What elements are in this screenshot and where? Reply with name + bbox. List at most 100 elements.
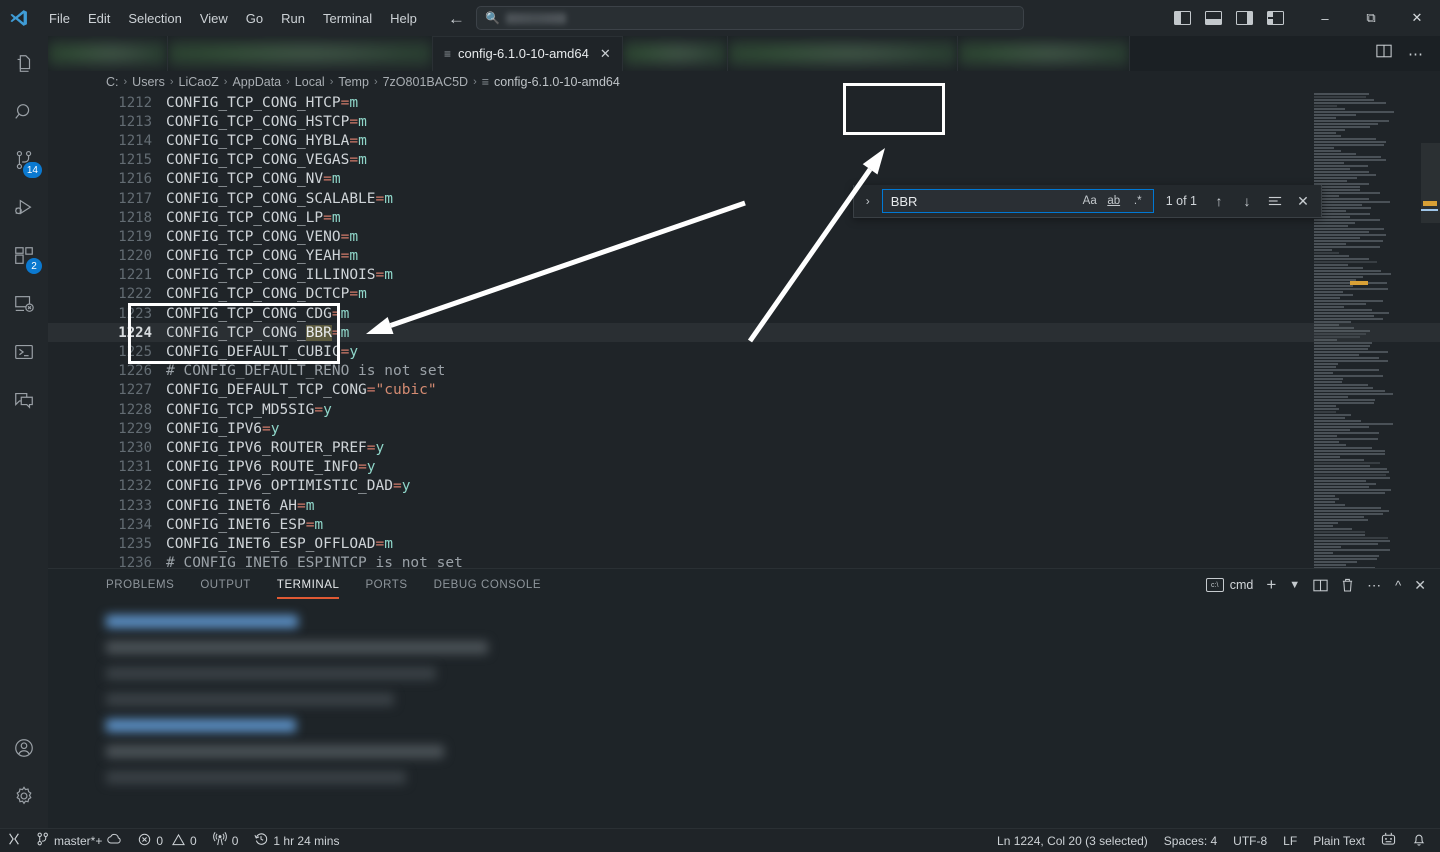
split-editor-icon[interactable] (1376, 44, 1392, 63)
code-line[interactable]: 1219 CONFIG_TCP_CONG_VENO=m (48, 227, 1440, 246)
breadcrumb-item-6[interactable]: 7zO801BAC5D (383, 75, 468, 89)
status-ports[interactable]: 0 (205, 829, 247, 852)
editor-tab-redacted[interactable] (168, 36, 433, 71)
layout-panel-icon[interactable] (1205, 11, 1222, 25)
use-regex-icon[interactable]: .* (1127, 191, 1149, 211)
code-line[interactable]: 1228 CONFIG_TCP_MD5SIG=y (48, 400, 1440, 419)
split-icon[interactable] (1313, 579, 1328, 592)
code-line[interactable]: 1222 CONFIG_TCP_CONG_DCTCP=m (48, 285, 1440, 304)
status-remote-host[interactable] (0, 829, 28, 852)
menu-selection[interactable]: Selection (119, 7, 190, 30)
activitybar-item-extensions[interactable]: 2 (0, 234, 48, 282)
find-widget[interactable]: › BBR Aa ab .* 1 of 1 ↑ ↓ ✕ (852, 185, 1322, 218)
menu-help[interactable]: Help (381, 7, 426, 30)
trash-icon[interactable] (1341, 578, 1354, 592)
code-line[interactable]: 1221 CONFIG_TCP_CONG_ILLINOIS=m (48, 266, 1440, 285)
code-line[interactable]: 1232 CONFIG_IPV6_OPTIMISTIC_DAD=y (48, 477, 1440, 496)
menu-file[interactable]: File (40, 7, 79, 30)
status-notifications[interactable] (1404, 829, 1440, 852)
chevron-down-icon[interactable]: ▼ (1289, 579, 1300, 591)
menu-terminal[interactable]: Terminal (314, 7, 381, 30)
more-actions-icon[interactable]: ⋯ (1367, 577, 1382, 594)
chevron-right-icon[interactable]: › (858, 194, 878, 208)
activitybar-item-terminal-view[interactable] (0, 330, 48, 378)
close-panel-icon[interactable]: ✕ (1414, 577, 1426, 594)
code-line[interactable]: 1231 CONFIG_IPV6_ROUTE_INFO=y (48, 458, 1440, 477)
minimap[interactable] (1308, 93, 1418, 568)
layout-customize-icon[interactable] (1267, 11, 1284, 25)
close-icon[interactable]: ✕ (1394, 0, 1440, 36)
layout-sidebar-right-icon[interactable] (1236, 11, 1253, 25)
status-feedback[interactable] (1373, 829, 1404, 852)
code-line[interactable]: 1215 CONFIG_TCP_CONG_VEGAS=m (48, 151, 1440, 170)
activitybar-item-search[interactable] (0, 90, 48, 138)
code-line[interactable]: 1213 CONFIG_TCP_CONG_HSTCP=m (48, 112, 1440, 131)
editor-tab-redacted[interactable] (727, 36, 958, 71)
panel-tab-output[interactable]: OUTPUT (200, 572, 251, 599)
find-input[interactable]: BBR (891, 194, 1077, 209)
menu-view[interactable]: View (191, 7, 237, 30)
code-line[interactable]: 1233 CONFIG_INET6_AH=m (48, 496, 1440, 515)
status-indentation[interactable]: Spaces: 4 (1156, 829, 1225, 852)
status-eol[interactable]: LF (1275, 829, 1305, 852)
code-line[interactable]: 1220 CONFIG_TCP_CONG_YEAH=m (48, 247, 1440, 266)
layout-sidebar-left-icon[interactable] (1174, 11, 1191, 25)
activitybar-item-explorer[interactable] (0, 42, 48, 90)
activitybar-item-source-control[interactable]: 14 (0, 138, 48, 186)
find-input-wrapper[interactable]: BBR Aa ab .* (881, 189, 1154, 213)
find-in-selection-icon[interactable] (1263, 189, 1287, 213)
match-case-icon[interactable]: Aa (1079, 191, 1101, 211)
arrow-left-icon[interactable]: ← (448, 10, 465, 27)
status-encoding[interactable]: UTF-8 (1225, 829, 1275, 852)
activitybar-item-chat[interactable] (0, 378, 48, 426)
code-line[interactable]: 1235 CONFIG_INET6_ESP_OFFLOAD=m (48, 534, 1440, 553)
code-line[interactable]: 1230 CONFIG_IPV6_ROUTER_PREF=y (48, 438, 1440, 457)
status-language-mode[interactable]: Plain Text (1305, 829, 1373, 852)
arrow-down-icon[interactable]: ↓ (1235, 189, 1259, 213)
editor-scrollbar[interactable] (1418, 93, 1440, 568)
chevron-up-icon[interactable]: ^ (1395, 578, 1401, 593)
code-line[interactable]: 1225 CONFIG_DEFAULT_CUBIC=y (48, 342, 1440, 361)
close-icon[interactable]: ✕ (1291, 189, 1315, 213)
panel-tab-problems[interactable]: PROBLEMS (106, 572, 174, 599)
status-timer[interactable]: 1 hr 24 mins (246, 829, 347, 852)
code-line[interactable]: 1236 # CONFIG_INET6_ESPINTCP is not set (48, 554, 1440, 568)
breadcrumb-item-2[interactable]: LiCaoZ (179, 75, 219, 89)
code-line[interactable]: 1223 CONFIG_TCP_CONG_CDG=m (48, 304, 1440, 323)
code-line[interactable]: 1214 CONFIG_TCP_CONG_HYBLA=m (48, 131, 1440, 150)
code-line[interactable]: 1227 CONFIG_DEFAULT_TCP_CONG="cubic" (48, 381, 1440, 400)
menu-run[interactable]: Run (272, 7, 314, 30)
scrollbar-thumb[interactable] (1421, 143, 1440, 223)
text-editor[interactable]: 1212 CONFIG_TCP_CONG_HTCP=m 1213 CONFIG_TCP… (48, 93, 1440, 568)
menu-go[interactable]: Go (237, 7, 272, 30)
activitybar-item-remote-explorer[interactable] (0, 282, 48, 330)
code-line[interactable]: 1212 CONFIG_TCP_CONG_HTCP=m (48, 93, 1440, 112)
breadcrumb-item-3[interactable]: AppData (232, 75, 281, 89)
plus-icon[interactable]: + (1266, 575, 1276, 595)
arrow-up-icon[interactable]: ↑ (1207, 189, 1231, 213)
code-line[interactable]: 1226 # CONFIG_DEFAULT_RENO is not set (48, 362, 1440, 381)
panel-tab-ports[interactable]: PORTS (365, 572, 407, 599)
breadcrumb-item-5[interactable]: Temp (338, 75, 369, 89)
panel-tab-debug-console[interactable]: DEBUG CONSOLE (434, 572, 541, 599)
breadcrumb-item-1[interactable]: Users (132, 75, 165, 89)
restore-icon[interactable]: ⧉ (1348, 0, 1394, 36)
minimize-icon[interactable]: – (1302, 0, 1348, 36)
status-problems[interactable]: 0 0 (130, 829, 204, 852)
code-line[interactable]: 1234 CONFIG_INET6_ESP=m (48, 515, 1440, 534)
more-actions-icon[interactable]: ⋯ (1408, 45, 1424, 63)
breadcrumb-item-4[interactable]: Local (295, 75, 325, 89)
activitybar-item-run-and-debug[interactable] (0, 186, 48, 234)
editor-tab-redacted[interactable] (48, 36, 168, 71)
editor-tab-active[interactable]: ≡ config-6.1.0-10-amd64 ✕ (433, 36, 623, 71)
menu-edit[interactable]: Edit (79, 7, 119, 30)
activitybar-item-manage[interactable] (0, 774, 48, 822)
status-cursor-position[interactable]: Ln 1224, Col 20 (3 selected) (989, 829, 1156, 852)
terminal-output[interactable] (48, 601, 1440, 828)
editor-tab-redacted[interactable] (957, 36, 1130, 71)
activitybar-item-accounts[interactable] (0, 726, 48, 774)
code-lines[interactable]: 1212 CONFIG_TCP_CONG_HTCP=m 1213 CONFIG_TCP… (48, 93, 1440, 568)
panel-tab-terminal[interactable]: TERMINAL (276, 572, 340, 599)
breadcrumb-item-file[interactable]: ≡ config-6.1.0-10-amd64 (482, 75, 620, 89)
quick-search-input[interactable]: 🔍 (476, 6, 1024, 30)
